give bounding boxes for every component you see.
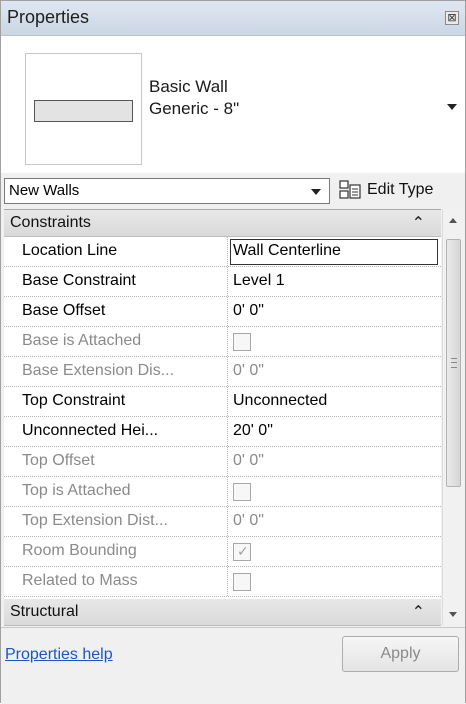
type-dropdown-icon[interactable] bbox=[447, 104, 457, 110]
properties-grid: Constraints ⌃ Location Line Wall Centerli… bbox=[4, 209, 441, 626]
column-divider bbox=[227, 237, 228, 266]
property-row[interactable]: Base Constraint Level 1 bbox=[4, 267, 441, 297]
property-row[interactable]: Base Offset 0' 0" bbox=[4, 297, 441, 327]
title-bar[interactable]: Properties ⊠ bbox=[1, 1, 465, 36]
property-name: Base is Attached bbox=[22, 332, 142, 349]
type-selector[interactable]: Basic Wall Generic - 8" bbox=[1, 36, 465, 173]
collapse-icon[interactable]: ⌃ bbox=[412, 213, 425, 233]
grid-scrollbar[interactable] bbox=[442, 209, 464, 625]
property-value[interactable]: Wall Centerline bbox=[233, 242, 341, 260]
property-row[interactable]: Top Offset 0' 0" bbox=[4, 447, 441, 477]
property-name: Related to Mass bbox=[22, 572, 138, 589]
type-family: Basic Wall bbox=[149, 77, 228, 96]
type-name: Basic Wall Generic - 8" bbox=[149, 76, 239, 120]
property-name: Top Extension Dist... bbox=[22, 512, 168, 529]
column-divider bbox=[227, 447, 228, 476]
edit-type-icon bbox=[339, 180, 361, 199]
column-divider bbox=[227, 567, 228, 596]
property-checkbox bbox=[233, 333, 251, 351]
property-value[interactable]: 20' 0" bbox=[233, 422, 273, 440]
column-divider bbox=[227, 387, 228, 416]
property-checkbox bbox=[233, 573, 251, 591]
group-label: Structural bbox=[10, 603, 79, 620]
property-name: Top Offset bbox=[22, 452, 95, 469]
collapse-icon[interactable]: ⌃ bbox=[412, 602, 425, 622]
group-header-structural[interactable]: Structural ⌃ bbox=[4, 599, 441, 626]
property-row[interactable]: Top Constraint Unconnected bbox=[4, 387, 441, 417]
column-divider bbox=[227, 537, 228, 566]
property-row[interactable]: Unconnected Hei... 20' 0" bbox=[4, 417, 441, 447]
property-value[interactable]: Level 1 bbox=[233, 272, 285, 290]
property-value: 0' 0" bbox=[233, 452, 264, 469]
property-name: Base Offset bbox=[22, 302, 106, 319]
instance-filter-value: New Walls bbox=[9, 182, 80, 199]
property-row[interactable]: Top is Attached bbox=[4, 477, 441, 507]
check-icon: ✓ bbox=[237, 543, 249, 559]
column-divider bbox=[227, 507, 228, 536]
property-checkbox bbox=[233, 483, 251, 501]
edit-type-label: Edit Type bbox=[367, 181, 434, 198]
property-row[interactable]: Room Bounding ✓ bbox=[4, 537, 441, 567]
instance-filter-dropdown[interactable]: New Walls bbox=[4, 178, 330, 204]
column-divider bbox=[227, 417, 228, 446]
column-divider bbox=[227, 357, 228, 386]
property-name: Location Line bbox=[22, 242, 118, 259]
apply-button[interactable]: Apply bbox=[342, 636, 459, 672]
property-value[interactable]: Unconnected bbox=[233, 392, 327, 410]
palette-title: Properties bbox=[7, 7, 90, 27]
properties-palette: Properties ⊠ Basic Wall Generic - 8" New… bbox=[0, 0, 466, 704]
property-checkbox: ✓ bbox=[233, 543, 251, 561]
close-icon[interactable]: ⊠ bbox=[445, 11, 459, 25]
properties-help-link[interactable]: Properties help bbox=[5, 646, 113, 664]
scroll-up-icon[interactable] bbox=[449, 218, 457, 223]
group-header-constraints[interactable]: Constraints ⌃ bbox=[4, 210, 441, 237]
property-row[interactable]: Base Extension Dis... 0' 0" bbox=[4, 357, 441, 387]
property-name: Top Constraint bbox=[22, 392, 126, 409]
property-row[interactable]: Base is Attached bbox=[4, 327, 441, 357]
group-label: Constraints bbox=[10, 214, 91, 231]
property-name: Base Extension Dis... bbox=[22, 362, 175, 379]
instance-filter-row: New Walls Edit Type bbox=[1, 173, 465, 207]
property-row[interactable]: Location Line Wall Centerline bbox=[4, 237, 441, 267]
scroll-down-icon[interactable] bbox=[449, 612, 457, 617]
property-value: 0' 0" bbox=[233, 512, 264, 529]
column-divider bbox=[227, 267, 228, 296]
column-divider bbox=[227, 297, 228, 326]
type-preview bbox=[25, 53, 142, 165]
property-value: 0' 0" bbox=[233, 362, 264, 379]
property-name: Top is Attached bbox=[22, 482, 131, 499]
property-row[interactable]: Top Extension Dist... 0' 0" bbox=[4, 507, 441, 537]
grip-icon bbox=[451, 358, 457, 368]
type-type: Generic - 8" bbox=[149, 99, 240, 118]
property-name: Room Bounding bbox=[22, 542, 137, 559]
chevron-down-icon bbox=[311, 189, 321, 195]
scroll-thumb[interactable] bbox=[446, 239, 461, 487]
wall-swatch-icon bbox=[34, 100, 133, 122]
edit-type-button[interactable]: Edit Type bbox=[339, 176, 433, 204]
property-value[interactable]: 0' 0" bbox=[233, 302, 264, 320]
property-row[interactable]: Related to Mass bbox=[4, 567, 441, 597]
column-divider bbox=[227, 477, 228, 506]
palette-footer: Properties help Apply bbox=[1, 627, 465, 704]
column-divider bbox=[227, 327, 228, 356]
property-name: Base Constraint bbox=[22, 272, 136, 289]
property-name: Unconnected Hei... bbox=[22, 422, 159, 439]
